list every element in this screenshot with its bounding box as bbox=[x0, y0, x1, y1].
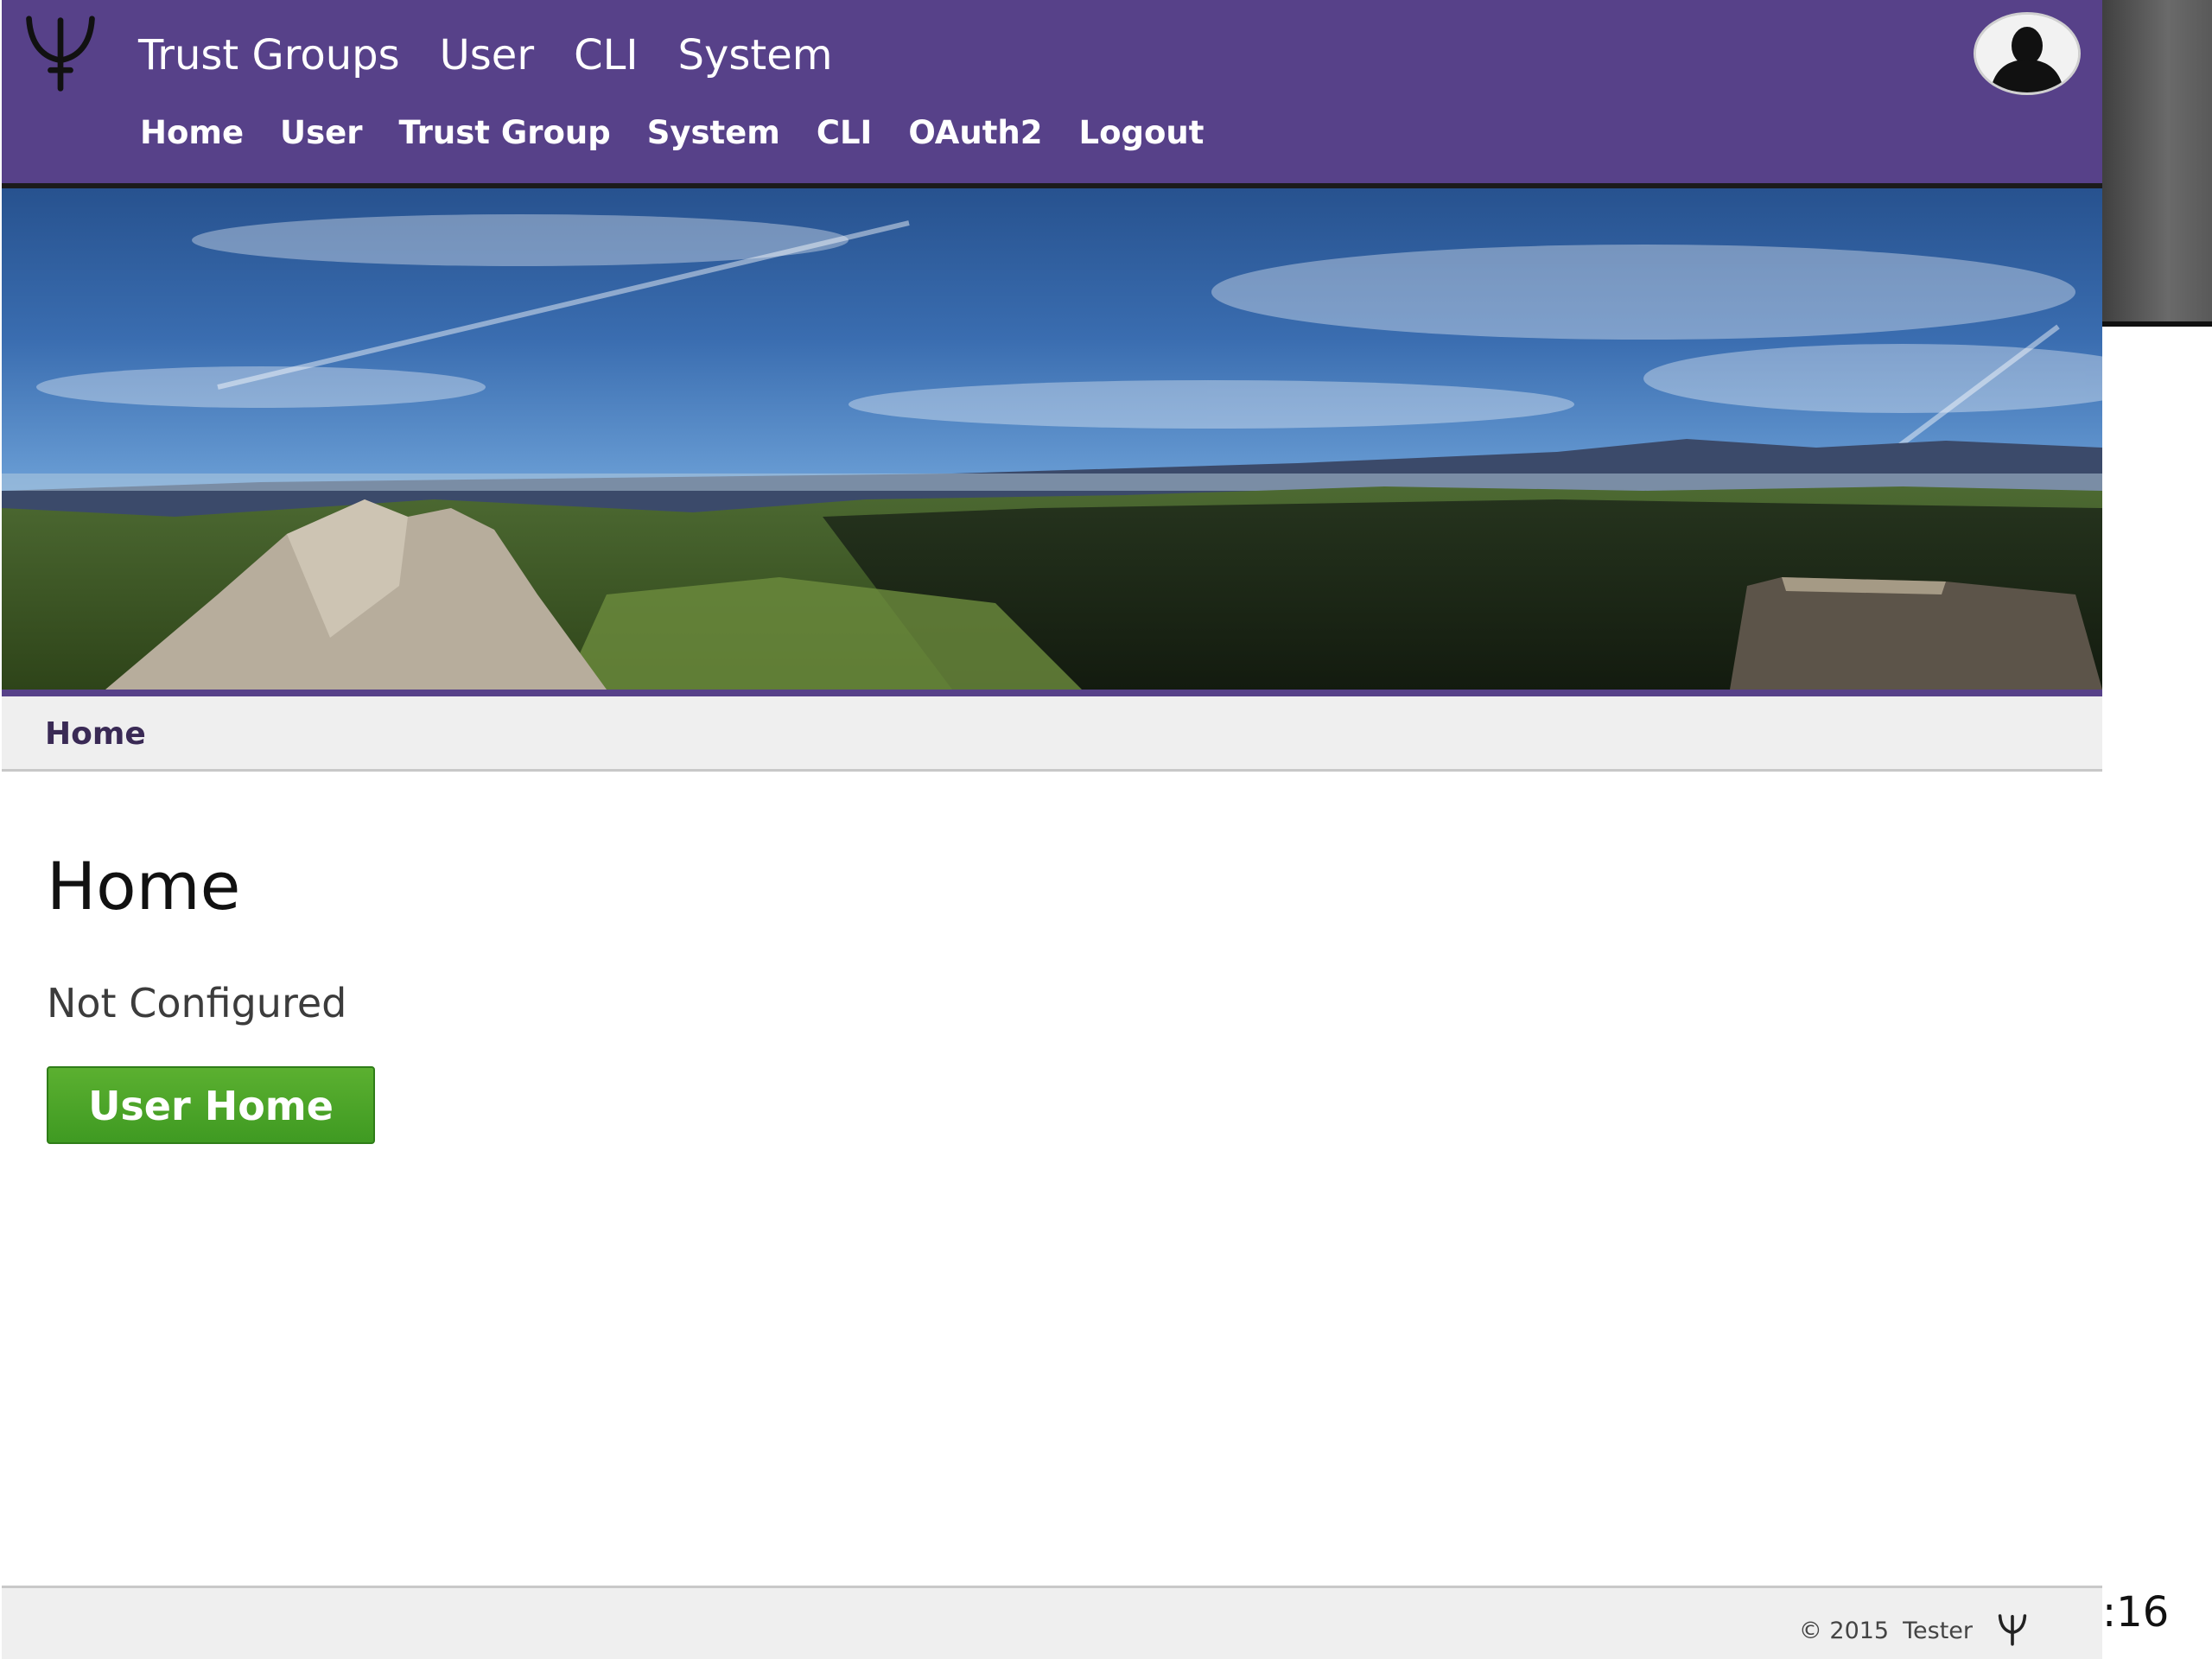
nav-trust-groups[interactable]: Trust Groups bbox=[138, 24, 400, 86]
corner-label: :16 bbox=[2102, 1588, 2170, 1637]
site-footer: © 2015 Tester bbox=[2, 1586, 2102, 1659]
copyright-year: © 2015 bbox=[1798, 1618, 1890, 1644]
breadcrumb: Home bbox=[2, 696, 2102, 772]
screenshot: Trust Groups User CLI System Home User T… bbox=[0, 0, 2212, 1659]
trident-icon bbox=[1995, 1612, 2030, 1647]
banner-divider bbox=[2, 690, 2102, 696]
subnav-user[interactable]: User bbox=[280, 109, 362, 157]
subnav-home[interactable]: Home bbox=[140, 109, 244, 157]
subnav-system[interactable]: System bbox=[647, 109, 780, 157]
hero-banner-landscape bbox=[2, 188, 2102, 690]
subnav-trust-group[interactable]: Trust Group bbox=[398, 109, 610, 157]
nav-system[interactable]: System bbox=[677, 24, 832, 86]
user-avatar[interactable] bbox=[1974, 12, 2081, 95]
footer-copyright: © 2015 Tester bbox=[1785, 1614, 1973, 1649]
subnav-logout[interactable]: Logout bbox=[1079, 109, 1205, 157]
web-app: Trust Groups User CLI System Home User T… bbox=[2, 0, 2102, 1659]
subnav-cli[interactable]: CLI bbox=[817, 109, 873, 157]
adjacent-window-edge bbox=[2102, 0, 2212, 327]
footer-author: Tester bbox=[1903, 1618, 1973, 1644]
page-title: Home bbox=[47, 848, 241, 925]
trident-icon[interactable] bbox=[19, 12, 102, 95]
primary-nav: Trust Groups User CLI System bbox=[138, 24, 872, 86]
breadcrumb-item-home[interactable]: Home bbox=[45, 714, 146, 755]
subnav-oauth2[interactable]: OAuth2 bbox=[908, 109, 1042, 157]
site-header: Trust Groups User CLI System Home User T… bbox=[2, 0, 2102, 188]
secondary-nav: Home User Trust Group System CLI OAuth2 … bbox=[140, 109, 1240, 157]
nav-cli[interactable]: CLI bbox=[574, 24, 638, 86]
configuration-status: Not Configured bbox=[47, 980, 347, 1027]
nav-user[interactable]: User bbox=[440, 24, 534, 86]
user-home-button[interactable]: User Home bbox=[47, 1066, 375, 1144]
user-silhouette-icon bbox=[1976, 15, 2078, 92]
